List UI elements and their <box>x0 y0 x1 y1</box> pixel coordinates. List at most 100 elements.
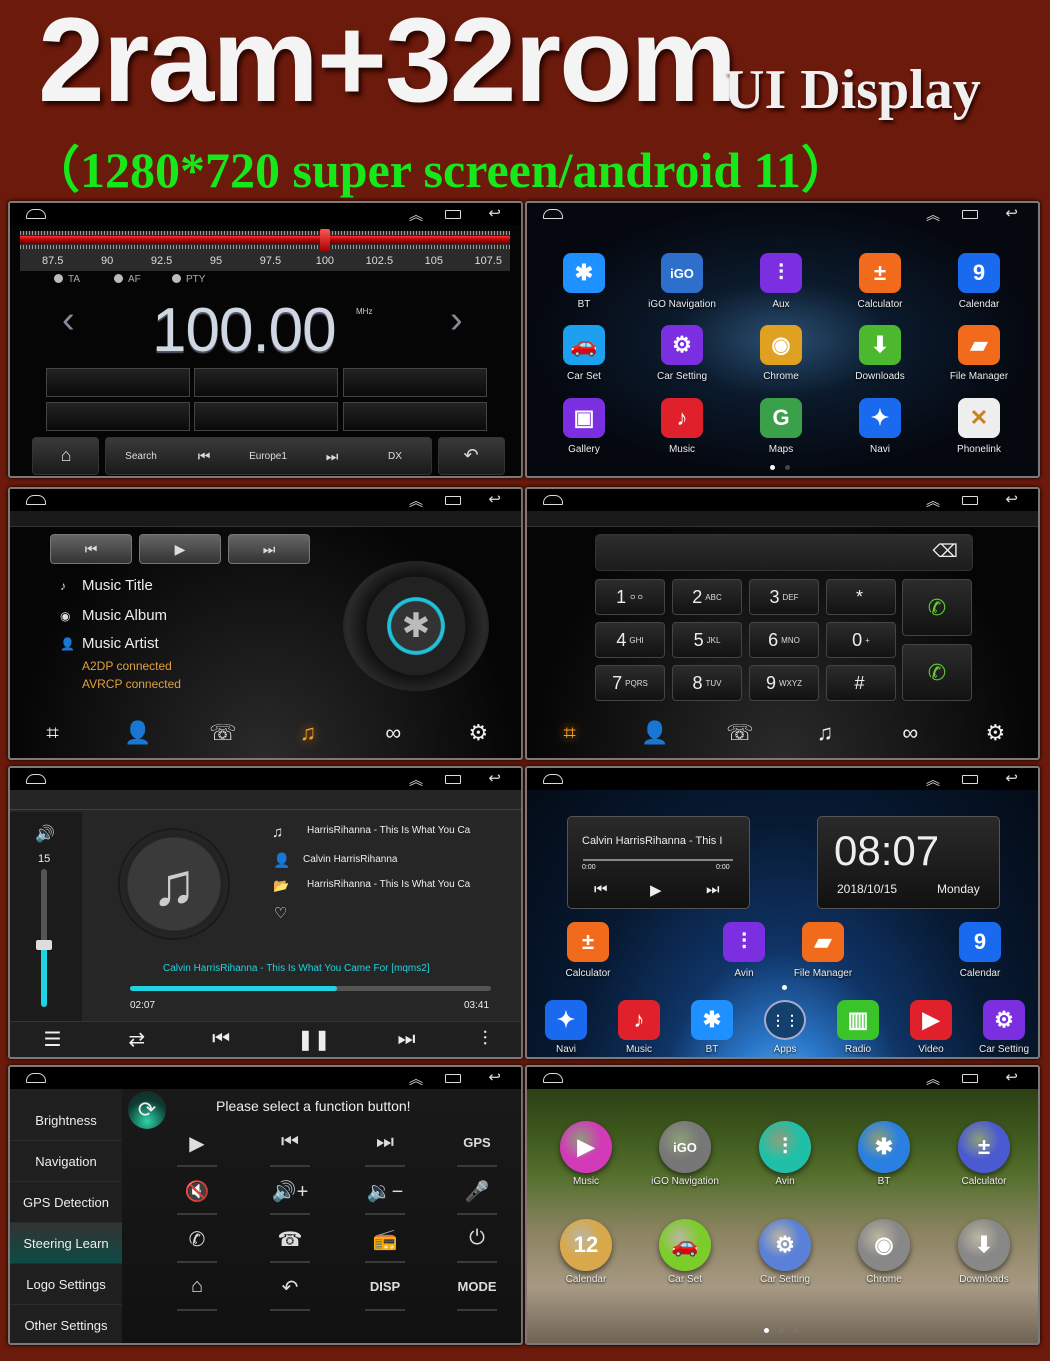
redial-button[interactable]: ✆ <box>902 644 972 701</box>
refresh-button[interactable]: ⟳ <box>128 1091 166 1129</box>
steering-function-button[interactable]: 🔊+ <box>260 1179 320 1204</box>
pause-button[interactable]: ❚❚ <box>297 1027 331 1052</box>
menu-item-other-settings[interactable]: Other Settings <box>10 1305 122 1343</box>
preset-6[interactable] <box>343 402 487 431</box>
app-chrome[interactable]: ◉ Chrome <box>839 1219 929 1285</box>
home-icon[interactable] <box>543 1073 563 1083</box>
playlist-button[interactable]: ☰ <box>43 1027 61 1052</box>
volume-slider[interactable] <box>36 869 52 1007</box>
tab-contacts[interactable]: 👤 <box>118 720 158 746</box>
equalizer-button[interactable]: ⫶ <box>482 1028 487 1051</box>
tab-music[interactable]: ♫ <box>288 720 328 746</box>
app-chrome[interactable]: ◉ Chrome <box>736 325 826 382</box>
app-bt[interactable]: ✱ BT <box>839 1121 929 1187</box>
recent-apps-icon[interactable] <box>962 1074 978 1083</box>
app-car-setting[interactable]: ⚙ Car Setting <box>637 325 727 382</box>
next-station-button[interactable]: ⏭ <box>326 448 339 465</box>
home-icon[interactable] <box>26 1073 46 1083</box>
widget-play-button[interactable]: ▶ <box>650 881 662 899</box>
steering-function-button[interactable]: 📻 <box>355 1227 415 1252</box>
option-ta[interactable]: TA <box>54 274 80 285</box>
home-icon[interactable] <box>26 495 46 505</box>
dial-key-star[interactable]: * <box>826 579 896 615</box>
favorite-heart-icon[interactable]: ♡ <box>274 904 287 922</box>
dial-key-9[interactable]: 9 WXYZ <box>749 665 819 701</box>
phone-number-field[interactable]: ⌫ <box>595 534 973 571</box>
tab-link[interactable]: ∞ <box>890 720 930 746</box>
dial-key-2[interactable]: 2 ABC <box>672 579 742 615</box>
preset-2[interactable] <box>194 368 338 397</box>
recent-apps-icon[interactable] <box>445 210 461 219</box>
double-chevron-up-icon[interactable]: ︽ <box>409 770 423 790</box>
steering-function-button[interactable]: GPS <box>447 1135 507 1150</box>
option-af[interactable]: AF <box>114 274 141 285</box>
steering-function-button[interactable]: ↶ <box>260 1275 320 1300</box>
app-igo-navigation[interactable]: iGO iGO Navigation <box>637 253 727 310</box>
home-icon[interactable] <box>543 209 563 219</box>
dial-key-8[interactable]: 8 TUV <box>672 665 742 701</box>
next-frequency-icon[interactable]: › <box>450 299 463 342</box>
music-widget[interactable]: Calvin HarrisRihanna - This I 0:00 0:00 … <box>567 816 750 909</box>
page-dot[interactable] <box>764 1328 769 1333</box>
option-pty[interactable]: PTY <box>172 274 205 285</box>
app-avin[interactable]: ⫶ Avin <box>740 1121 830 1187</box>
back-icon[interactable]: ↩ <box>488 204 501 222</box>
home-icon[interactable] <box>543 495 563 505</box>
steering-function-button[interactable]: MODE <box>447 1279 507 1294</box>
dial-key-5[interactable]: 5 JKL <box>672 622 742 658</box>
recent-apps-icon[interactable] <box>445 1074 461 1083</box>
preset-5[interactable] <box>194 402 338 431</box>
home-icon[interactable] <box>543 774 563 784</box>
page-dot[interactable] <box>794 1328 799 1333</box>
app-music[interactable]: ♪ Music <box>637 398 727 455</box>
back-icon[interactable]: ↩ <box>1005 490 1018 508</box>
double-chevron-up-icon[interactable]: ︽ <box>409 205 423 225</box>
progress-bar[interactable] <box>130 986 491 991</box>
prev-station-button[interactable]: ⏮ <box>198 448 211 465</box>
tab-link[interactable]: ∞ <box>373 720 413 746</box>
recent-apps-icon[interactable] <box>962 496 978 505</box>
dock-car-setting[interactable]: ⚙ Car Setting <box>959 1000 1038 1055</box>
recent-apps-icon[interactable] <box>962 210 978 219</box>
menu-item-gps-detection[interactable]: GPS Detection <box>10 1182 122 1223</box>
app-navi[interactable]: ✦ Navi <box>835 398 925 455</box>
app-maps[interactable]: G Maps <box>736 398 826 455</box>
double-chevron-up-icon[interactable]: ︽ <box>926 1069 940 1089</box>
steering-function-button[interactable]: ▶ <box>167 1131 227 1156</box>
app-file-manager[interactable]: ▰ File Manager <box>778 922 868 979</box>
dial-key-3[interactable]: 3 DEF <box>749 579 819 615</box>
tab-contacts[interactable]: 👤 <box>635 720 675 746</box>
steering-function-button[interactable]: 🔇 <box>167 1179 227 1204</box>
app-car-setting[interactable]: ⚙ Car Setting <box>740 1219 830 1285</box>
home-icon[interactable] <box>26 774 46 784</box>
search-button[interactable]: Search <box>125 451 157 462</box>
recent-apps-icon[interactable] <box>962 775 978 784</box>
app-calendar[interactable]: 9 Calendar <box>934 253 1024 310</box>
app-calendar[interactable]: 9 Calendar <box>935 922 1025 979</box>
dial-key-0[interactable]: 0 + <box>826 622 896 658</box>
app-calculator[interactable]: ± Calculator <box>939 1121 1029 1187</box>
steering-function-button[interactable]: 🎤 <box>447 1179 507 1204</box>
steering-function-button[interactable]: ⏻ <box>447 1227 507 1250</box>
app-car-set[interactable]: 🚗 Car Set <box>640 1219 730 1285</box>
back-icon[interactable]: ↩ <box>488 1068 501 1086</box>
back-icon[interactable]: ↩ <box>1005 1068 1018 1086</box>
prev-frequency-icon[interactable]: ‹ <box>62 299 75 342</box>
app-downloads[interactable]: ⬇ Downloads <box>835 325 925 382</box>
app-avin[interactable]: ⫶ Avin <box>699 922 789 979</box>
steering-function-button[interactable]: ☎ <box>260 1227 320 1252</box>
double-chevron-up-icon[interactable]: ︽ <box>409 491 423 511</box>
preset-1[interactable] <box>46 368 190 397</box>
steering-function-button[interactable]: 🔉− <box>355 1179 415 1204</box>
double-chevron-up-icon[interactable]: ︽ <box>926 491 940 511</box>
double-chevron-up-icon[interactable]: ︽ <box>926 770 940 790</box>
preset-4[interactable] <box>46 402 190 431</box>
backspace-icon[interactable]: ⌫ <box>933 541 958 562</box>
page-dot[interactable] <box>785 465 790 470</box>
prev-track-button[interactable]: ⏮ <box>212 1028 230 1051</box>
tab-settings[interactable]: ⚙ <box>458 720 498 746</box>
dx-button[interactable]: DX <box>388 451 402 462</box>
steering-function-button[interactable]: DISP <box>355 1279 415 1294</box>
dial-key-6[interactable]: 6 MNO <box>749 622 819 658</box>
tab-music[interactable]: ♫ <box>805 720 845 746</box>
